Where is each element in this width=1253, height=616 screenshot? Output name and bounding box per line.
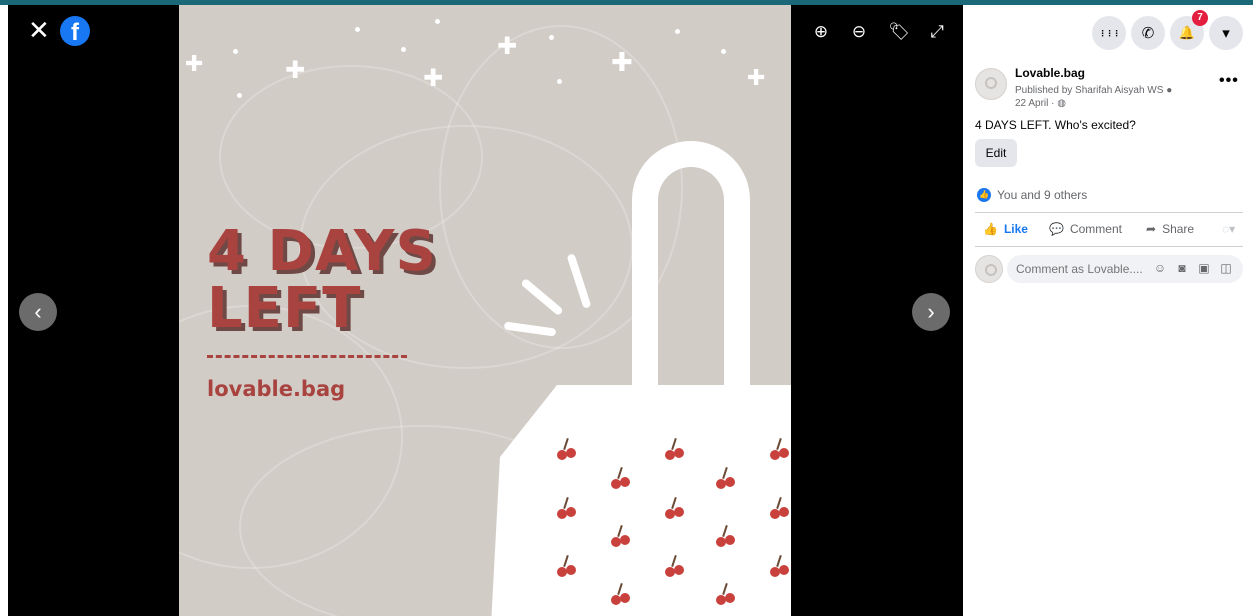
confetti-dot	[435, 19, 440, 24]
comment-button[interactable]: 💬 Comment	[1049, 222, 1122, 236]
tote-bag	[491, 385, 791, 616]
page-name[interactable]: Lovable.bag	[1015, 66, 1085, 80]
menu-button[interactable]: ⋮⋮⋮	[1092, 16, 1126, 50]
emoji-icon[interactable]: ☺	[1153, 261, 1167, 275]
messenger-icon: ✆	[1141, 25, 1155, 42]
camera-icon[interactable]: ◙	[1175, 261, 1189, 275]
thumbs-up-icon: 👍	[983, 222, 998, 236]
next-photo-button[interactable]: ›	[912, 293, 950, 331]
headline-line-2: LEFT	[207, 276, 362, 341]
post-meta: Published by Sharifah Aisyah WS ● 22 Apr…	[1015, 84, 1172, 110]
notifications-button[interactable]: 🔔 7	[1170, 10, 1208, 50]
divider	[975, 246, 1243, 247]
sparkle-icon: ✚	[285, 57, 306, 84]
avatar-small-icon: ◌▾	[1222, 222, 1236, 236]
audience-selector[interactable]: ◌▾	[1222, 222, 1235, 236]
sparkle-icon: ✚	[185, 51, 204, 76]
globe-icon: ◍	[1057, 98, 1066, 109]
comment-input[interactable]	[1016, 255, 1146, 283]
cherry-icon	[662, 437, 688, 460]
comment-box[interactable]: ☺ ◙ ▣ ◫	[1007, 255, 1243, 283]
headline: 4 DAYS LEFT	[207, 223, 437, 337]
comment-icon: 💬	[1049, 222, 1064, 236]
commenter-avatar	[975, 255, 1003, 283]
cherry-icon	[608, 466, 634, 489]
cherry-icon	[554, 554, 580, 577]
cherry-icon	[767, 554, 791, 577]
confetti-dot	[557, 79, 562, 84]
sparkle-icon: ✚	[423, 65, 444, 92]
bell-icon: 🔔	[1178, 25, 1196, 40]
confetti-dot	[675, 29, 680, 34]
sticker-icon[interactable]: ◫	[1219, 261, 1233, 275]
tag-icon[interactable]: 🏷	[888, 21, 910, 43]
more-options-button[interactable]: •••	[1219, 72, 1239, 90]
sparkle-icon: ✚	[497, 33, 518, 60]
published-by: Published by Sharifah Aisyah WS	[1015, 85, 1164, 96]
confetti-dot	[355, 27, 360, 32]
brand-text: lovable.bag	[207, 377, 346, 401]
facebook-logo-icon[interactable]: f	[60, 16, 90, 46]
share-icon: ➦	[1146, 222, 1157, 236]
like-button[interactable]: 👍 Like	[983, 222, 1028, 236]
cherry-icon	[662, 496, 688, 519]
reaction-summary[interactable]: 👍 You and 9 others	[977, 188, 1087, 202]
like-label: Like	[1003, 222, 1028, 236]
zoom-in-icon[interactable]: ⊕	[810, 21, 832, 43]
photo-viewer: ✚ ✚ ✚ ✚ ✚ ✚ 4 DAYS LEFT lovable.bag ✕ f …	[8, 5, 963, 616]
dashed-divider	[207, 355, 407, 358]
post-date[interactable]: 22 April ·	[1015, 98, 1054, 109]
gif-icon[interactable]: ▣	[1197, 261, 1211, 275]
confetti-dot	[549, 35, 554, 40]
cherry-icon	[713, 582, 739, 605]
reactions-text: You and 9 others	[997, 188, 1088, 202]
share-label: Share	[1162, 222, 1195, 236]
comment-label: Comment	[1069, 222, 1122, 236]
edit-button[interactable]: Edit	[975, 139, 1017, 167]
messenger-button[interactable]: ✆	[1131, 16, 1165, 50]
chevron-left-icon: ‹	[34, 299, 42, 324]
account-button[interactable]: ▾	[1209, 16, 1243, 50]
post-text: 4 DAYS LEFT. Who's excited?	[975, 118, 1136, 132]
like-reaction-icon: 👍	[977, 188, 991, 202]
zoom-out-icon[interactable]: ⊖	[848, 21, 870, 43]
sparkle-icon: ✚	[611, 47, 633, 77]
divider	[975, 212, 1243, 213]
cherry-icon	[608, 582, 634, 605]
cherry-icon	[767, 496, 791, 519]
cherry-icon	[713, 466, 739, 489]
confetti-dot	[237, 93, 242, 98]
cherry-icon	[554, 437, 580, 460]
previous-photo-button[interactable]: ‹	[19, 293, 57, 331]
chevron-right-icon: ›	[927, 299, 935, 324]
cherry-icon	[662, 554, 688, 577]
confetti-dot	[401, 47, 406, 52]
post-image: ✚ ✚ ✚ ✚ ✚ ✚ 4 DAYS LEFT lovable.bag	[179, 5, 791, 616]
confetti-dot	[721, 49, 726, 54]
confetti-dot	[233, 49, 238, 54]
close-icon[interactable]: ✕	[28, 17, 50, 43]
cherry-icon	[767, 437, 791, 460]
notification-badge: 7	[1192, 10, 1208, 26]
info-icon: ●	[1166, 85, 1173, 96]
cherry-icon	[554, 496, 580, 519]
sparkle-icon: ✚	[747, 65, 766, 90]
grid-menu-icon: ⋮⋮⋮	[1098, 28, 1121, 38]
page-avatar[interactable]	[975, 68, 1007, 100]
fullscreen-icon[interactable]: ⤢	[926, 21, 948, 43]
headline-line-1: 4 DAYS	[207, 219, 437, 284]
chevron-down-icon: ▾	[1222, 25, 1230, 42]
cherry-icon	[713, 524, 739, 547]
share-button[interactable]: ➦ Share	[1146, 222, 1194, 236]
cherry-icon	[608, 524, 634, 547]
